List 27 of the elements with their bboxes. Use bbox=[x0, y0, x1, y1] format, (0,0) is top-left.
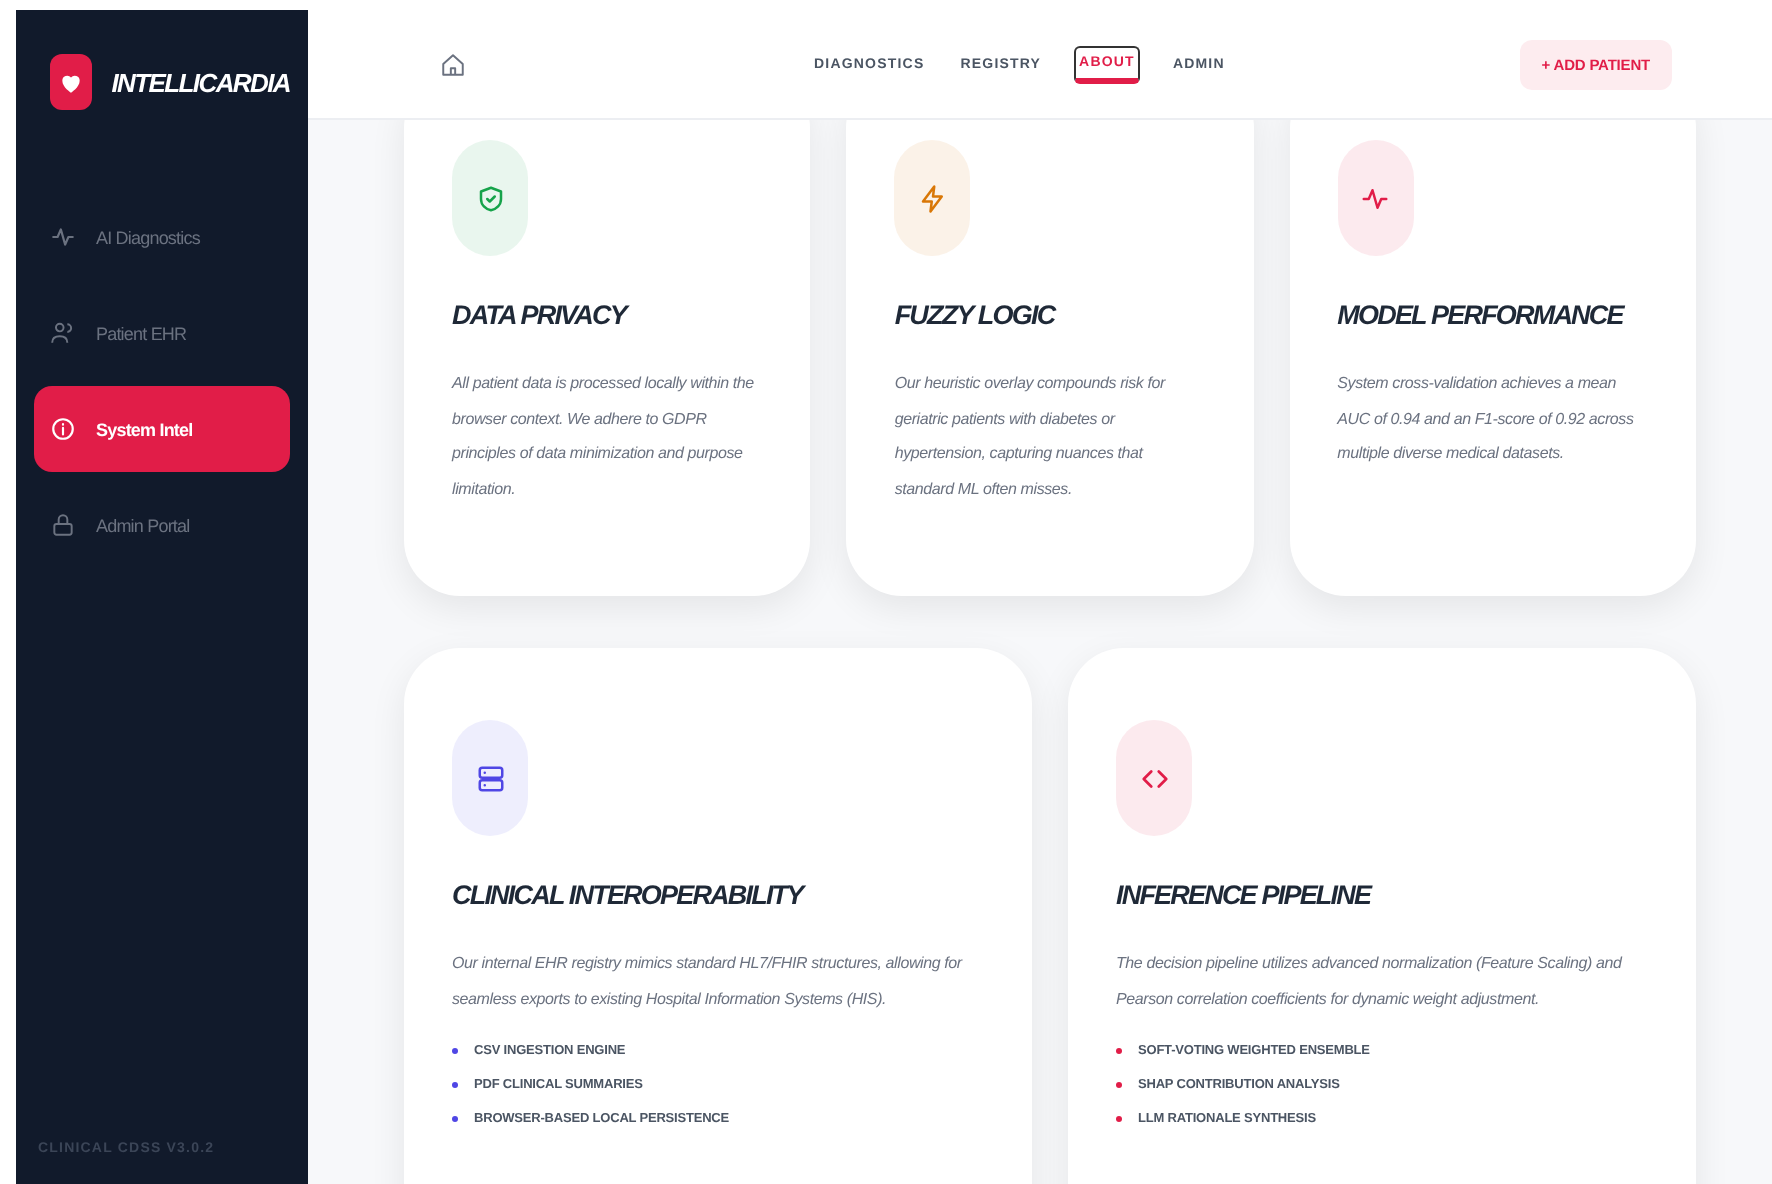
card-description: The decision pipeline utilizes advanced normalization (Feature Scaling) and Pearson correlation coefficients for dynamic weight adjustment. bbox=[1116, 952, 1624, 1012]
card-title: MODEL PERFORMANCE bbox=[1337, 300, 1627, 330]
card-description: Our heuristic overlay compounds risk for geriatric patients with diabetes or hypertension, capturing nuances that standard ML often misses. bbox=[894, 372, 1168, 501]
heart-logo-icon bbox=[50, 54, 92, 110]
card-title: FUZZY LOGIC bbox=[894, 300, 1058, 330]
card-title: INFERENCE PIPELINE bbox=[1116, 880, 1374, 910]
bullet-icon bbox=[1116, 1048, 1122, 1054]
bullet-icon bbox=[452, 1048, 458, 1054]
lock-icon bbox=[50, 512, 76, 538]
home-icon[interactable] bbox=[440, 51, 466, 77]
sidebar-item[interactable]: Admin Portal bbox=[34, 482, 290, 568]
info-icon bbox=[50, 416, 76, 442]
sidebar-item[interactable]: System Intel bbox=[34, 386, 290, 472]
card-description: Our internal EHR registry mimics standard HL7/FHIR structures, allowing for seamless exports to existing Hospital Information Systems (HIS). bbox=[452, 952, 965, 1012]
bullet-icon bbox=[1116, 1082, 1122, 1088]
users-icon bbox=[50, 320, 76, 346]
bullet-icon bbox=[452, 1082, 458, 1088]
bullet-icon bbox=[1116, 1116, 1122, 1122]
pulse-icon bbox=[50, 224, 76, 250]
card-title: CLINICAL INTEROPERABILITY bbox=[452, 880, 808, 910]
brand-name: INTELLICARDIA bbox=[111, 67, 290, 97]
sidebar-item[interactable]: AI Diagnostics bbox=[34, 194, 290, 280]
card-description: System cross-validation achieves a mean AUC of 0.94 and an F1-score of 0.92 across multiple diverse medical datasets. bbox=[1337, 372, 1636, 466]
card-title: DATA PRIVACY bbox=[452, 300, 632, 330]
card-description: All patient data is processed locally within the browser context. We adhere to GDPR principles of data minimization and purpose limitation. bbox=[452, 372, 756, 501]
sidebar-item[interactable]: Patient EHR bbox=[34, 290, 290, 376]
bullet-icon bbox=[452, 1116, 458, 1122]
